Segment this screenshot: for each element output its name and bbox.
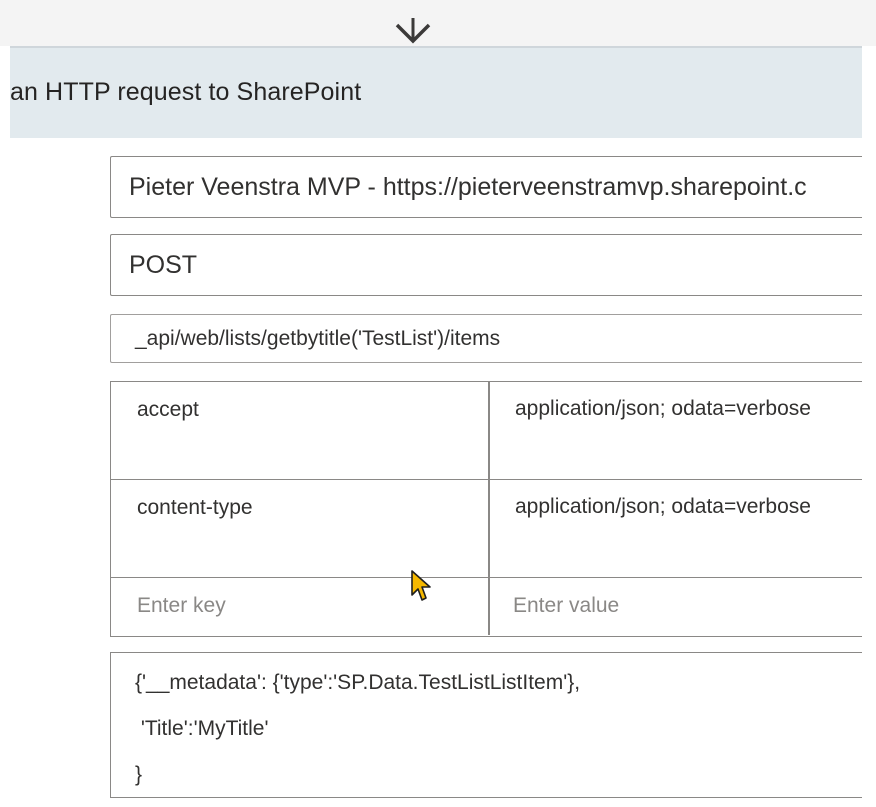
body-line: } xyxy=(135,763,143,786)
action-title: an HTTP request to SharePoint xyxy=(10,78,362,106)
table-row: content-type application/json; odata=ver… xyxy=(111,480,862,578)
canvas-background xyxy=(0,0,876,46)
new-header-key-input[interactable]: Enter key xyxy=(137,594,226,618)
sharepoint-http-action-card: an HTTP request to SharePoint Pieter Vee… xyxy=(10,46,862,807)
site-address-field[interactable]: Pieter Veenstra MVP - https://pieterveen… xyxy=(110,156,862,218)
method-dropdown[interactable]: POST xyxy=(110,234,862,296)
method-value: POST xyxy=(129,251,198,279)
header-key-input[interactable]: content-type xyxy=(137,496,253,520)
action-card-header[interactable]: an HTTP request to SharePoint xyxy=(10,48,862,138)
header-value-input[interactable]: application/json; odata=verbose xyxy=(515,484,855,530)
site-address-value: Pieter Veenstra MVP - https://pieterveen… xyxy=(129,173,807,201)
uri-value: _api/web/lists/getbytitle('TestList')/it… xyxy=(135,327,501,350)
table-row: accept application/json; odata=verbose xyxy=(111,382,862,480)
body-line: {'__metadata': {'type':'SP.Data.TestList… xyxy=(135,671,581,694)
new-header-value-input[interactable]: Enter value xyxy=(513,594,853,618)
uri-input[interactable]: _api/web/lists/getbytitle('TestList')/it… xyxy=(110,314,862,363)
body-textarea[interactable]: {'__metadata': {'type':'SP.Data.TestList… xyxy=(110,652,862,798)
column-divider xyxy=(488,382,490,635)
table-row: Enter key Enter value xyxy=(111,578,862,636)
flow-editor-canvas: an HTTP request to SharePoint Pieter Vee… xyxy=(0,0,876,807)
headers-table: accept application/json; odata=verbose c… xyxy=(110,381,862,637)
header-value-input[interactable]: application/json; odata=verbose xyxy=(515,386,855,432)
mouse-cursor-icon xyxy=(411,570,431,601)
header-key-input[interactable]: accept xyxy=(137,398,199,422)
body-line: 'Title':'MyTitle' xyxy=(135,717,269,740)
chevron-down-icon xyxy=(395,18,431,44)
